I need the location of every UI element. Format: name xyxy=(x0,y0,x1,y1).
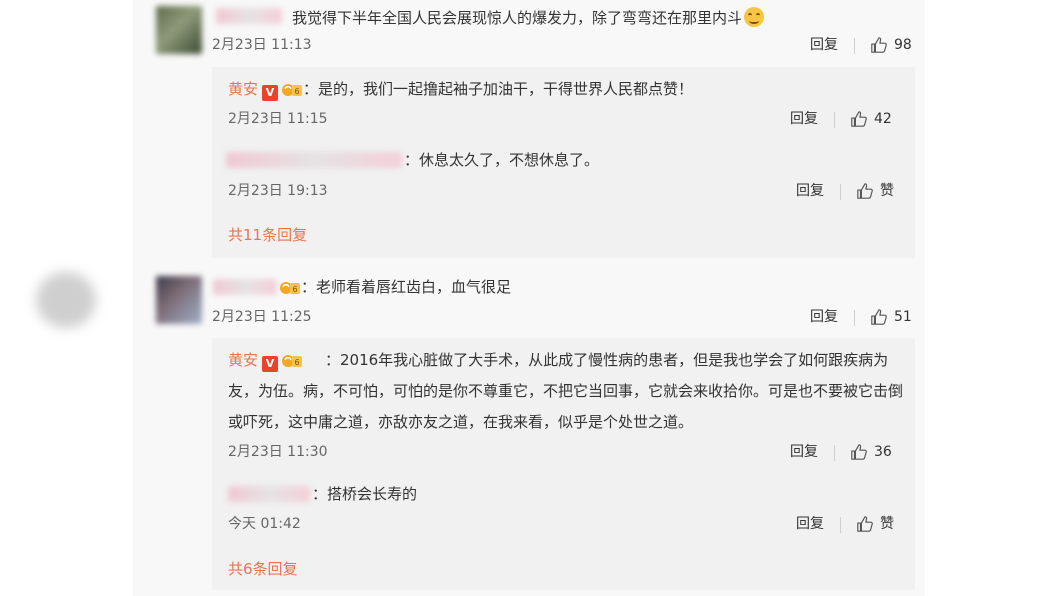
reply-text: ：搭桥会长寿的 xyxy=(312,484,417,504)
divider xyxy=(840,184,841,200)
smile-emoji-icon xyxy=(744,7,765,27)
fan-badge-icon: 6 xyxy=(282,84,303,96)
like-button[interactable]: 42 xyxy=(850,109,892,129)
thumbs-up-icon xyxy=(851,444,867,460)
reply-button[interactable]: 回复 xyxy=(796,181,824,201)
reply-time: 今天 01:42 xyxy=(228,516,301,532)
reply-button[interactable]: 回复 xyxy=(810,307,838,327)
reply-text: 黄安 V 6 ：是的，我们一起撸起袖子加油干，干得世界人民都点赞！ xyxy=(228,79,693,101)
divider xyxy=(854,310,855,326)
like-button[interactable]: 赞 xyxy=(856,514,894,534)
comment-time: 2月23日 11:13 xyxy=(212,37,312,53)
like-count: 98 xyxy=(894,37,912,53)
thumbs-up-icon xyxy=(857,183,873,199)
username-blurred[interactable] xyxy=(213,279,277,295)
reply-time: 2月23日 11:15 xyxy=(228,111,328,127)
thumbs-up-icon xyxy=(871,37,887,53)
reply-body-long: ：2016年我心脏做了大手术，从此成了慢性病的患者，但是我也学会了如何跟疾病为友… xyxy=(228,345,908,438)
like-button[interactable]: 98 xyxy=(870,35,912,55)
reply-body: ：是的，我们一起撸起袖子加油干，干得世界人民都点赞！ xyxy=(303,80,694,98)
username-blurred[interactable] xyxy=(228,486,310,502)
thumbs-up-icon xyxy=(851,111,867,127)
reply-body: ：2016年我心脏做了大手术，从此成了慢性病的患者，但是我也学会了如何跟疾病为友… xyxy=(228,351,904,431)
thumbs-up-icon xyxy=(871,309,887,325)
reply-button[interactable]: 回复 xyxy=(796,514,824,534)
avatar[interactable] xyxy=(156,6,202,54)
reply-button[interactable]: 回复 xyxy=(790,442,818,462)
svg-text:6: 6 xyxy=(294,87,299,96)
reply-time: 2月23日 11:30 xyxy=(228,444,328,460)
username-blurred[interactable] xyxy=(226,152,402,168)
verified-badge-icon: V xyxy=(262,85,279,101)
svg-text:6: 6 xyxy=(292,285,297,294)
thumbs-up-icon xyxy=(857,516,873,532)
comment-body: ：老师看着唇红齿白，血气很足 xyxy=(301,278,512,296)
divider xyxy=(834,112,835,128)
comment-body: 我觉得下半年全国人民会展现惊人的爆发力，除了弯弯还在那里内斗 xyxy=(292,9,743,27)
reply-time: 2月23日 19:13 xyxy=(228,183,328,199)
comment-text: 我觉得下半年全国人民会展现惊人的爆发力，除了弯弯还在那里内斗 xyxy=(292,7,765,28)
like-count: 36 xyxy=(874,444,892,460)
reply-body: ：搭桥会长寿的 xyxy=(312,485,418,503)
fan-badge-icon: 6 xyxy=(280,282,300,294)
reply-body: ：休息太久了，不想休息了。 xyxy=(404,151,600,169)
username-blurred[interactable] xyxy=(216,8,282,24)
more-replies-link[interactable]: 共6条回复 xyxy=(228,559,298,579)
like-count: 42 xyxy=(874,111,892,127)
blurred-decoration xyxy=(36,272,96,328)
comment-text: 6 ：老师看着唇红齿白，血气很足 xyxy=(279,277,511,297)
reply-button[interactable]: 回复 xyxy=(810,35,838,55)
divider xyxy=(840,517,841,533)
like-count: 51 xyxy=(894,309,912,325)
more-replies-link[interactable]: 共11条回复 xyxy=(228,225,307,245)
avatar[interactable] xyxy=(156,276,202,324)
like-button[interactable]: 赞 xyxy=(856,181,894,201)
like-button[interactable]: 36 xyxy=(850,442,892,462)
like-button[interactable]: 51 xyxy=(870,307,912,327)
reply-text: ：休息太久了，不想休息了。 xyxy=(404,150,599,170)
like-label: 赞 xyxy=(880,516,894,532)
divider xyxy=(834,445,835,461)
divider xyxy=(854,38,855,54)
reply-button[interactable]: 回复 xyxy=(790,109,818,129)
like-label: 赞 xyxy=(880,183,894,199)
reply-author[interactable]: 黄安 xyxy=(228,80,258,98)
comment-time: 2月23日 11:25 xyxy=(212,309,312,325)
